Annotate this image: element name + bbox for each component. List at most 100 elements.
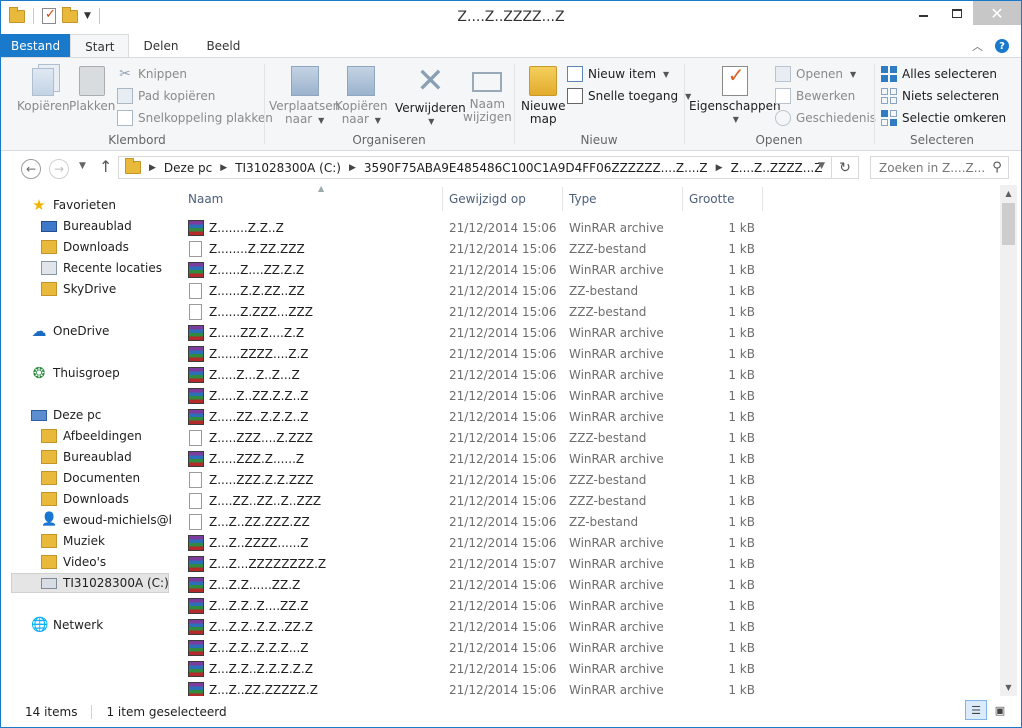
file-name-cell[interactable]: Z...Z.Z......ZZ.Z: [188, 574, 440, 595]
column-divider[interactable]: [762, 187, 763, 211]
file-name-cell[interactable]: Z....ZZ..ZZ..Z..ZZZ: [188, 490, 440, 511]
file-row[interactable]: Z...Z...ZZZZZZZZ.Z 21/12/2014 15:07 WinRAR…: [172, 553, 1000, 574]
invert-selection-button[interactable]: Selectie omkeren: [881, 110, 1006, 126]
file-row[interactable]: Z......Z.ZZZ...ZZZ 21/12/2014 15:06 ZZZ-be…: [172, 301, 1000, 322]
up-arrow-icon[interactable]: ↑: [99, 157, 112, 176]
file-name-cell[interactable]: Z.....ZZZ....Z.ZZZ: [188, 427, 440, 448]
nav-item-downloads[interactable]: Downloads: [41, 237, 129, 257]
nav-onedrive[interactable]: ☁ OneDrive: [31, 321, 110, 341]
edit-button[interactable]: Bewerken: [775, 88, 855, 104]
nav-item-videos[interactable]: Video's: [41, 552, 106, 572]
file-name-cell[interactable]: Z.....ZZ..Z.Z.Z..Z: [188, 406, 440, 427]
nav-this-pc[interactable]: Deze pc: [31, 405, 101, 425]
file-row[interactable]: Z.....ZZ..Z.Z.Z..Z 21/12/2014 15:06 WinRAR…: [172, 406, 1000, 427]
file-row[interactable]: Z.....ZZZ....Z.ZZZ 21/12/2014 15:06 ZZZ-be…: [172, 427, 1000, 448]
rename-button[interactable]: Naam wijzigen: [463, 62, 512, 124]
address-bar[interactable]: ▶ Deze pc ▶ TI31028300A (C:) ▶ 3590F75AB…: [118, 156, 832, 179]
scroll-up-arrow-icon[interactable]: ▲: [1000, 185, 1017, 202]
address-history-chevron-icon[interactable]: ▼: [818, 161, 825, 171]
select-all-button[interactable]: Alles selecteren: [881, 66, 997, 82]
delete-button[interactable]: ✕ Verwijderen ▼: [395, 62, 466, 128]
properties-button[interactable]: Eigenschappen ▼: [689, 62, 781, 126]
file-row[interactable]: Z......Z.Z.ZZ..ZZ 21/12/2014 15:06 ZZ-best…: [172, 280, 1000, 301]
column-header-size[interactable]: Grootte: [683, 185, 761, 213]
back-button[interactable]: ←: [21, 159, 41, 179]
copy-path-button[interactable]: Pad kopiëren: [117, 88, 215, 104]
file-name-cell[interactable]: Z......ZZ.Z....Z.Z: [188, 322, 440, 343]
tab-beeld[interactable]: Beeld: [192, 34, 254, 58]
nav-item-downloads-pc[interactable]: Downloads: [41, 489, 129, 509]
open-button[interactable]: Openen ▼: [775, 66, 856, 82]
new-folder-button[interactable]: Nieuwe map: [521, 62, 566, 126]
nav-item-desktop[interactable]: Bureaublad: [41, 216, 132, 236]
cut-button[interactable]: ✂ Knippen: [117, 66, 187, 82]
file-row[interactable]: Z....ZZ..ZZ..Z..ZZZ 21/12/2014 15:06 ZZZ-b…: [172, 490, 1000, 511]
file-name-cell[interactable]: Z.....Z..ZZ.Z.Z..Z: [188, 385, 440, 406]
file-name-cell[interactable]: Z...Z.Z..Z.Z..ZZ.Z: [188, 616, 440, 637]
scroll-down-arrow-icon[interactable]: ▼: [1000, 679, 1017, 696]
breadcrumb-this-pc[interactable]: Deze pc: [164, 161, 212, 175]
file-row[interactable]: Z...Z..ZZ.ZZZZZ.Z 21/12/2014 15:06 WinRAR …: [172, 679, 1000, 696]
nav-favorites[interactable]: ★ Favorieten: [31, 195, 116, 215]
file-name-cell[interactable]: Z...Z.Z..Z....ZZ.Z: [188, 595, 440, 616]
nav-item-documents[interactable]: Documenten: [41, 468, 140, 488]
vertical-scrollbar[interactable]: ▲ ▼: [1000, 185, 1017, 696]
refresh-button[interactable]: ↻: [832, 156, 859, 179]
move-to-button[interactable]: Verplaatsen naar ▼: [269, 62, 340, 127]
file-row[interactable]: Z...Z.Z......ZZ.Z 21/12/2014 15:06 WinRAR …: [172, 574, 1000, 595]
file-name-cell[interactable]: Z...Z..ZZ.ZZZ.ZZ: [188, 511, 440, 532]
file-row[interactable]: Z...Z..ZZ.ZZZ.ZZ 21/12/2014 15:06 ZZ-besta…: [172, 511, 1000, 532]
tab-delen[interactable]: Delen: [129, 34, 192, 58]
easy-access-button[interactable]: Snelle toegang ▼: [567, 88, 691, 104]
file-row[interactable]: Z......ZZZZ....Z.Z 21/12/2014 15:06 WinRAR…: [172, 343, 1000, 364]
column-header-name[interactable]: ▲ Naam: [182, 185, 440, 213]
nav-homegroup[interactable]: ❂ Thuisgroep: [31, 363, 120, 383]
nav-item-music[interactable]: Muziek: [41, 531, 105, 551]
file-name-cell[interactable]: Z.....Z...Z..Z...Z: [188, 364, 440, 385]
forward-button[interactable]: →: [49, 159, 69, 179]
new-item-button[interactable]: Nieuw item ▼: [567, 66, 669, 82]
nav-item-skydrive[interactable]: SkyDrive: [41, 279, 116, 299]
file-name-cell[interactable]: Z.....ZZZ.Z......Z: [188, 448, 440, 469]
file-row[interactable]: Z...Z.Z..Z.Z.Z.Z.Z 21/12/2014 15:06 WinRAR…: [172, 658, 1000, 679]
nav-item-recent-places[interactable]: Recente locaties: [41, 258, 162, 278]
file-row[interactable]: Z......Z....ZZ.Z.Z 21/12/2014 15:06 WinRAR…: [172, 259, 1000, 280]
large-icons-view-button[interactable]: ▣: [989, 700, 1011, 720]
file-row[interactable]: Z.....Z...Z..Z...Z 21/12/2014 15:06 WinRAR…: [172, 364, 1000, 385]
nav-item-pictures[interactable]: Afbeeldingen: [41, 426, 142, 446]
file-name-cell[interactable]: Z...Z.Z..Z.Z.Z...Z: [188, 637, 440, 658]
scrollbar-thumb[interactable]: [1002, 203, 1015, 245]
recent-locations-chevron-icon[interactable]: ▼: [79, 161, 86, 171]
expand-ribbon-chevron-icon[interactable]: ︿: [972, 38, 983, 54]
breadcrumb-chevron-icon[interactable]: ▶: [349, 163, 356, 173]
tab-bestand[interactable]: Bestand: [1, 34, 71, 58]
file-name-cell[interactable]: Z......Z....ZZ.Z.Z: [188, 259, 440, 280]
breadcrumb-current[interactable]: Z....Z..ZZZZ...Z: [731, 161, 823, 175]
file-name-cell[interactable]: Z......ZZZZ....Z.Z: [188, 343, 440, 364]
file-row[interactable]: Z.....ZZZ.Z.Z.ZZZ 21/12/2014 15:06 ZZZ-bes…: [172, 469, 1000, 490]
file-name-cell[interactable]: Z......Z.Z.ZZ..ZZ: [188, 280, 440, 301]
close-button[interactable]: ✕: [973, 1, 1021, 25]
details-view-button[interactable]: ☰: [965, 700, 987, 720]
nav-network[interactable]: 🌐 Netwerk: [31, 615, 103, 635]
history-button[interactable]: Geschiedenis: [775, 110, 876, 126]
file-row[interactable]: Z......ZZ.Z....Z.Z 21/12/2014 15:06 WinRAR…: [172, 322, 1000, 343]
file-row[interactable]: Z.....Z..ZZ.Z.Z..Z 21/12/2014 15:06 WinRAR…: [172, 385, 1000, 406]
breadcrumb-chevron-icon[interactable]: ▶: [220, 163, 227, 173]
column-header-type[interactable]: Type: [563, 185, 681, 213]
help-icon[interactable]: ?: [995, 39, 1009, 53]
paste-shortcut-button[interactable]: Snelkoppeling plakken: [117, 110, 273, 126]
file-name-cell[interactable]: Z...Z..ZZ.ZZZZZ.Z: [188, 679, 440, 696]
nav-item-user[interactable]: 👤 ewoud-michiels@hotmail.com: [41, 510, 171, 530]
file-row[interactable]: Z...Z.Z..Z.Z.Z...Z 21/12/2014 15:06 WinRAR…: [172, 637, 1000, 658]
file-name-cell[interactable]: Z...Z..ZZZZ......Z: [188, 532, 440, 553]
column-header-modified[interactable]: Gewijzigd op: [443, 185, 561, 213]
file-row[interactable]: Z...Z..ZZZZ......Z 21/12/2014 15:06 WinRAR…: [172, 532, 1000, 553]
minimize-button[interactable]: [907, 1, 940, 25]
breadcrumb-chevron-icon[interactable]: ▶: [716, 163, 723, 173]
nav-item-desktop-pc[interactable]: Bureaublad: [41, 447, 132, 467]
breadcrumb-drive[interactable]: TI31028300A (C:): [235, 161, 341, 175]
file-row[interactable]: Z...Z.Z..Z....ZZ.Z 21/12/2014 15:06 WinRAR…: [172, 595, 1000, 616]
select-none-button[interactable]: Niets selecteren: [881, 88, 999, 104]
file-name-cell[interactable]: Z...Z.Z..Z.Z.Z.Z.Z: [188, 658, 440, 679]
